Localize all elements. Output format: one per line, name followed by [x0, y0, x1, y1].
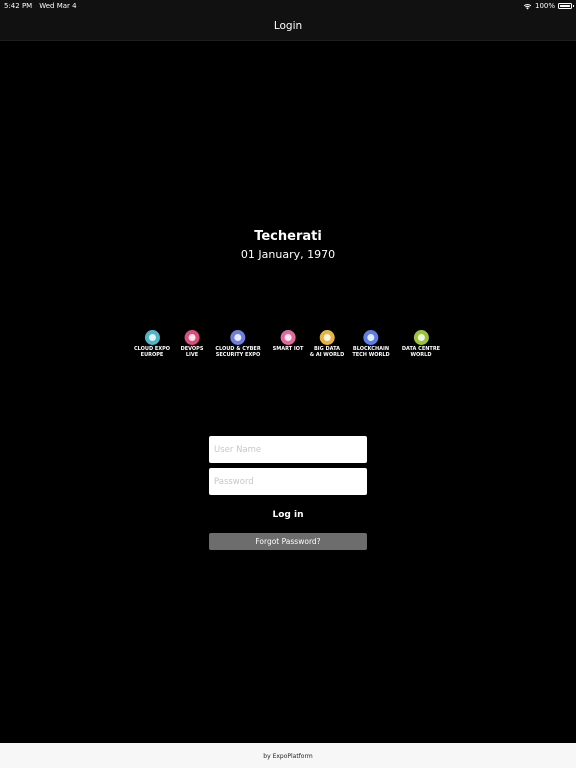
logo-label-line2: EUROPE	[140, 351, 164, 358]
login-screen: 5:42 PM Wed Mar 4 100% Login Techerati 01…	[0, 0, 576, 768]
logo-smart-iot: SMART IOT	[272, 330, 304, 353]
smart-iot-icon	[280, 330, 296, 345]
logo-label-line2: SECURITY EXPO	[215, 351, 261, 358]
status-left: 5:42 PM Wed Mar 4	[4, 0, 84, 12]
logo-big-data-ai-world: BIG DATA & AI WORLD	[309, 330, 345, 358]
logo-label-line2: & AI WORLD	[309, 351, 345, 358]
username-input[interactable]	[209, 436, 367, 463]
logo-label-line2: LIVE	[185, 351, 199, 358]
nav-title: Login	[273, 20, 303, 32]
login-button[interactable]: Log in	[209, 505, 367, 525]
footer-credit: by ExpoPlatform	[263, 753, 313, 760]
logo-blockchain-tech-world: BLOCKCHAIN TECH WORLD	[352, 330, 390, 358]
status-bar: 5:42 PM Wed Mar 4 100%	[0, 0, 576, 12]
blockchain-icon	[363, 330, 379, 345]
status-date: Wed Mar 4	[39, 2, 77, 10]
password-input[interactable]	[209, 468, 367, 495]
logo-devops-live: DEVOPS LIVE	[181, 330, 203, 358]
logo-label-line2: TECH WORLD	[352, 351, 390, 358]
devops-icon	[184, 330, 200, 345]
event-name: Techerati	[254, 229, 322, 244]
event-logos-row: CLOUD EXPO EUROPE DEVOPS LIVE CLOUD & CY…	[128, 330, 448, 366]
status-right: 100%	[523, 0, 574, 12]
wifi-icon	[523, 3, 532, 9]
logo-cloud-cyber-security-expo: CLOUD & CYBER SECURITY EXPO	[215, 330, 261, 358]
navigation-bar: Login	[0, 12, 576, 41]
footer: by ExpoPlatform	[0, 743, 576, 768]
big-data-icon	[319, 330, 335, 345]
logo-label-line1: SMART IOT	[272, 346, 304, 352]
logo-cloud-expo-europe: CLOUD EXPO EUROPE	[134, 330, 170, 358]
cloud-expo-icon	[144, 330, 160, 345]
logo-data-centre-world: DATA CENTRE WORLD	[402, 330, 440, 358]
forgot-password-button[interactable]: Forgot Password?	[209, 533, 367, 550]
status-time: 5:42 PM	[4, 2, 33, 10]
battery-percentage: 100%	[534, 2, 555, 10]
battery-icon	[558, 3, 574, 9]
event-date: 01 January, 1970	[240, 248, 336, 261]
cyber-security-icon	[230, 330, 246, 345]
data-centre-icon	[413, 330, 429, 345]
logo-label-line2: WORLD	[410, 351, 432, 358]
